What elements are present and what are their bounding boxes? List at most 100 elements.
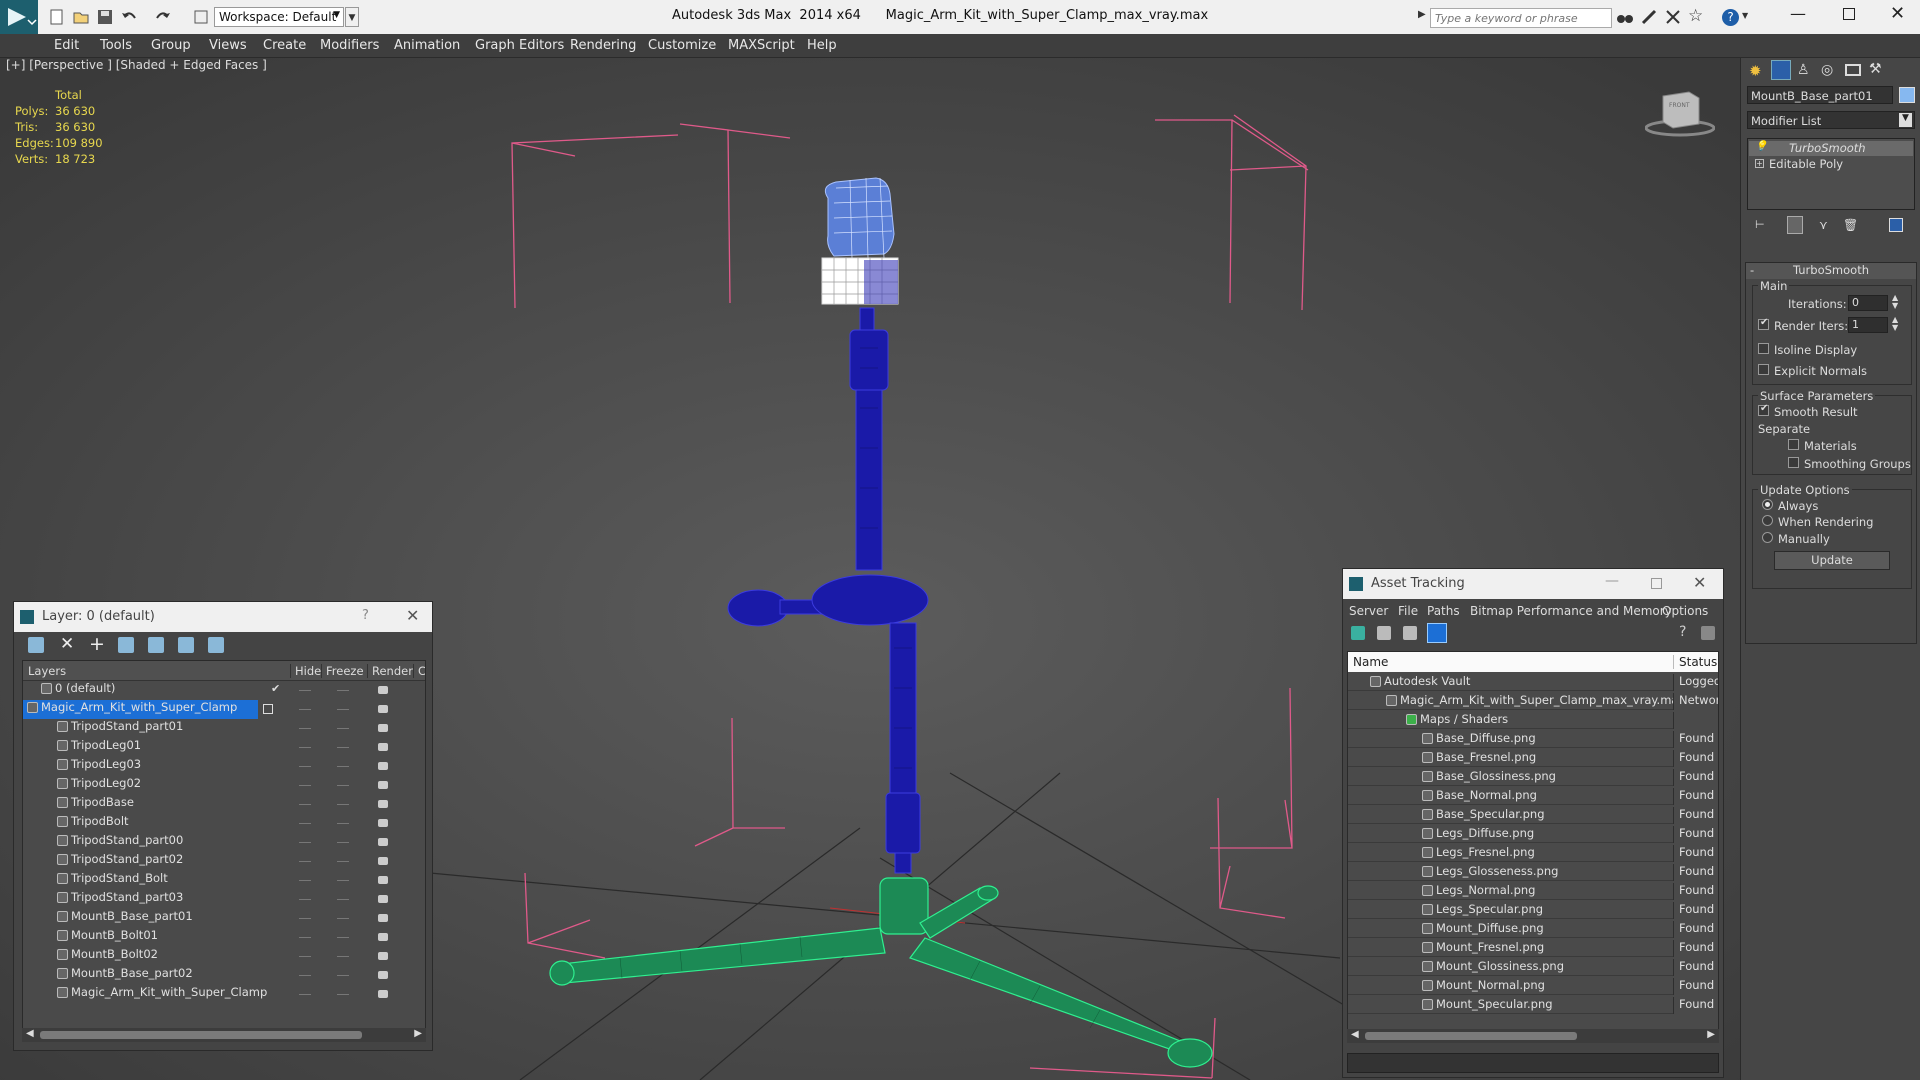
render-teapot-icon[interactable] xyxy=(378,762,388,770)
smoothing-groups-checkbox[interactable] xyxy=(1788,457,1799,468)
render-teapot-icon[interactable] xyxy=(378,819,388,827)
menu-group[interactable]: Group xyxy=(151,38,191,53)
table-view-icon[interactable] xyxy=(1427,623,1447,643)
layer-row[interactable]: TripodStand_part03 xyxy=(23,890,425,909)
rollout-header[interactable]: - TurboSmooth xyxy=(1746,263,1916,279)
asset-row[interactable]: Mount_Diffuse.png Found xyxy=(1348,919,1718,938)
new-file-icon[interactable] xyxy=(48,8,68,28)
render-teapot-icon[interactable] xyxy=(378,838,388,846)
hide-toggle[interactable] xyxy=(299,785,311,786)
communication-icon[interactable] xyxy=(1664,8,1684,28)
layer-row[interactable]: TripodStand_part02 xyxy=(23,852,425,871)
layer-row[interactable]: MountB_Bolt02 xyxy=(23,947,425,966)
help-dropdown-icon[interactable]: ▼ xyxy=(1742,11,1748,20)
stack-item-turbosmooth[interactable]: 💡 TurboSmooth xyxy=(1749,141,1913,156)
asset-row[interactable]: Base_Glossiness.png Found xyxy=(1348,767,1718,786)
scroll-right-icon[interactable]: ▶ xyxy=(414,1028,422,1039)
save-icon[interactable] xyxy=(96,8,116,28)
refresh-icon[interactable] xyxy=(1351,626,1365,640)
menu-help[interactable]: Help xyxy=(807,38,837,53)
asset-close-button[interactable]: ✕ xyxy=(1693,573,1706,592)
scroll-right-icon[interactable]: ▶ xyxy=(1707,1029,1715,1040)
hide-toggle[interactable] xyxy=(299,861,311,862)
stack-item-editable-poly[interactable]: + Editable Poly xyxy=(1749,157,1913,172)
hide-toggle[interactable] xyxy=(299,937,311,938)
asset-horizontal-scrollbar[interactable]: ◀ ▶ xyxy=(1347,1029,1719,1043)
scroll-thumb[interactable] xyxy=(40,1031,362,1039)
expand-plus-icon[interactable]: + xyxy=(1755,159,1764,168)
asset-row[interactable]: Mount_Specular.png Found xyxy=(1348,995,1718,1014)
set-current-layer-icon[interactable] xyxy=(178,637,194,653)
iterations-spinner[interactable]: 0 xyxy=(1848,295,1888,311)
column-header-name[interactable]: Name xyxy=(1353,655,1388,669)
scroll-thumb[interactable] xyxy=(1365,1032,1577,1040)
display-tab-icon[interactable] xyxy=(1845,64,1861,76)
asset-row[interactable]: Mount_Fresnel.png Found xyxy=(1348,938,1718,957)
hierarchy-tab-icon[interactable]: ♙ xyxy=(1797,62,1810,78)
pin-stack-icon[interactable]: ⊢ xyxy=(1755,218,1765,231)
asset-minimize-button[interactable]: — xyxy=(1605,573,1619,589)
render-teapot-icon[interactable] xyxy=(378,952,388,960)
column-header-freeze[interactable]: Freeze xyxy=(321,664,364,678)
menu-graph-editors[interactable]: Graph Editors xyxy=(475,38,564,53)
menu-customize[interactable]: Customize xyxy=(648,38,716,53)
asset-window-titlebar[interactable]: Asset Tracking — ✕ xyxy=(1343,569,1723,599)
freeze-toggle[interactable] xyxy=(337,861,349,862)
asset-row[interactable]: Legs_Specular.png Found xyxy=(1348,900,1718,919)
asset-row[interactable]: Maps / Shaders xyxy=(1348,710,1718,729)
freeze-toggle[interactable] xyxy=(337,956,349,957)
spinner-arrows-icon[interactable]: ▲ ▼ xyxy=(1892,316,1898,332)
layer-row[interactable]: TripodLeg02 xyxy=(23,776,425,795)
freeze-toggle[interactable] xyxy=(337,766,349,767)
menu-edit[interactable]: Edit xyxy=(54,38,79,53)
menu-animation[interactable]: Animation xyxy=(394,38,460,53)
hide-toggle[interactable] xyxy=(299,956,311,957)
list-view-icon[interactable] xyxy=(1377,626,1391,640)
modifier-list-dropdown[interactable]: Modifier List ▼ xyxy=(1747,111,1915,129)
freeze-toggle[interactable] xyxy=(337,728,349,729)
menu-views[interactable]: Views xyxy=(209,38,247,53)
freeze-toggle[interactable] xyxy=(337,804,349,805)
render-teapot-icon[interactable] xyxy=(378,781,388,789)
freeze-toggle[interactable] xyxy=(337,709,349,710)
smooth-result-checkbox[interactable]: ✔ xyxy=(1758,403,1769,416)
freeze-toggle[interactable] xyxy=(337,880,349,881)
render-teapot-icon[interactable] xyxy=(378,914,388,922)
materials-checkbox[interactable] xyxy=(1788,439,1799,450)
undo-icon[interactable] xyxy=(120,8,140,28)
asset-row[interactable]: Mount_Glossiness.png Found xyxy=(1348,957,1718,976)
layer-row[interactable]: Magic_Arm_Kit_with_Super_Clamp xyxy=(23,985,425,1004)
render-teapot-icon[interactable] xyxy=(378,724,388,732)
hide-toggle[interactable] xyxy=(299,994,311,995)
scroll-left-icon[interactable]: ◀ xyxy=(26,1028,34,1039)
viewport-label[interactable]: [+] [Perspective ] [Shaded + Edged Faces… xyxy=(6,58,267,72)
freeze-toggle[interactable] xyxy=(337,994,349,995)
hide-toggle[interactable] xyxy=(299,690,311,691)
hide-toggle[interactable] xyxy=(299,766,311,767)
layer-row[interactable]: TripodStand_part01 xyxy=(23,719,425,738)
layer-row[interactable]: TripodStand_Bolt xyxy=(23,871,425,890)
freeze-toggle[interactable] xyxy=(337,937,349,938)
layer-row[interactable]: MountB_Base_part02 xyxy=(23,966,425,985)
render-teapot-icon[interactable] xyxy=(378,857,388,865)
layer-horizontal-scrollbar[interactable]: ◀ ▶ xyxy=(22,1028,426,1042)
select-objects-icon[interactable] xyxy=(118,637,134,653)
maximize-button[interactable] xyxy=(1843,8,1855,20)
redo-icon[interactable] xyxy=(154,8,174,28)
freeze-toggle[interactable] xyxy=(337,823,349,824)
select-layer-icon[interactable] xyxy=(148,637,164,653)
open-file-icon[interactable] xyxy=(72,8,92,28)
layer-row[interactable]: TripodLeg03 xyxy=(23,757,425,776)
hide-toggle[interactable] xyxy=(299,918,311,919)
column-header-status[interactable]: Status xyxy=(1673,655,1717,669)
app-logo-icon[interactable] xyxy=(0,0,38,34)
hide-toggle[interactable] xyxy=(299,880,311,881)
layer-row[interactable]: 0 (default) xyxy=(23,681,425,700)
asset-pin-icon[interactable] xyxy=(1701,626,1715,640)
thumbnail-view-icon[interactable] xyxy=(1403,626,1417,640)
spinner-arrows-icon[interactable]: ▲ ▼ xyxy=(1892,294,1898,310)
quick-access-dropdown-icon[interactable]: ▼ xyxy=(345,7,359,27)
hide-toggle[interactable] xyxy=(299,823,311,824)
layer-row[interactable]: MountB_Bolt01 xyxy=(23,928,425,947)
menu-rendering[interactable]: Rendering xyxy=(570,38,636,53)
